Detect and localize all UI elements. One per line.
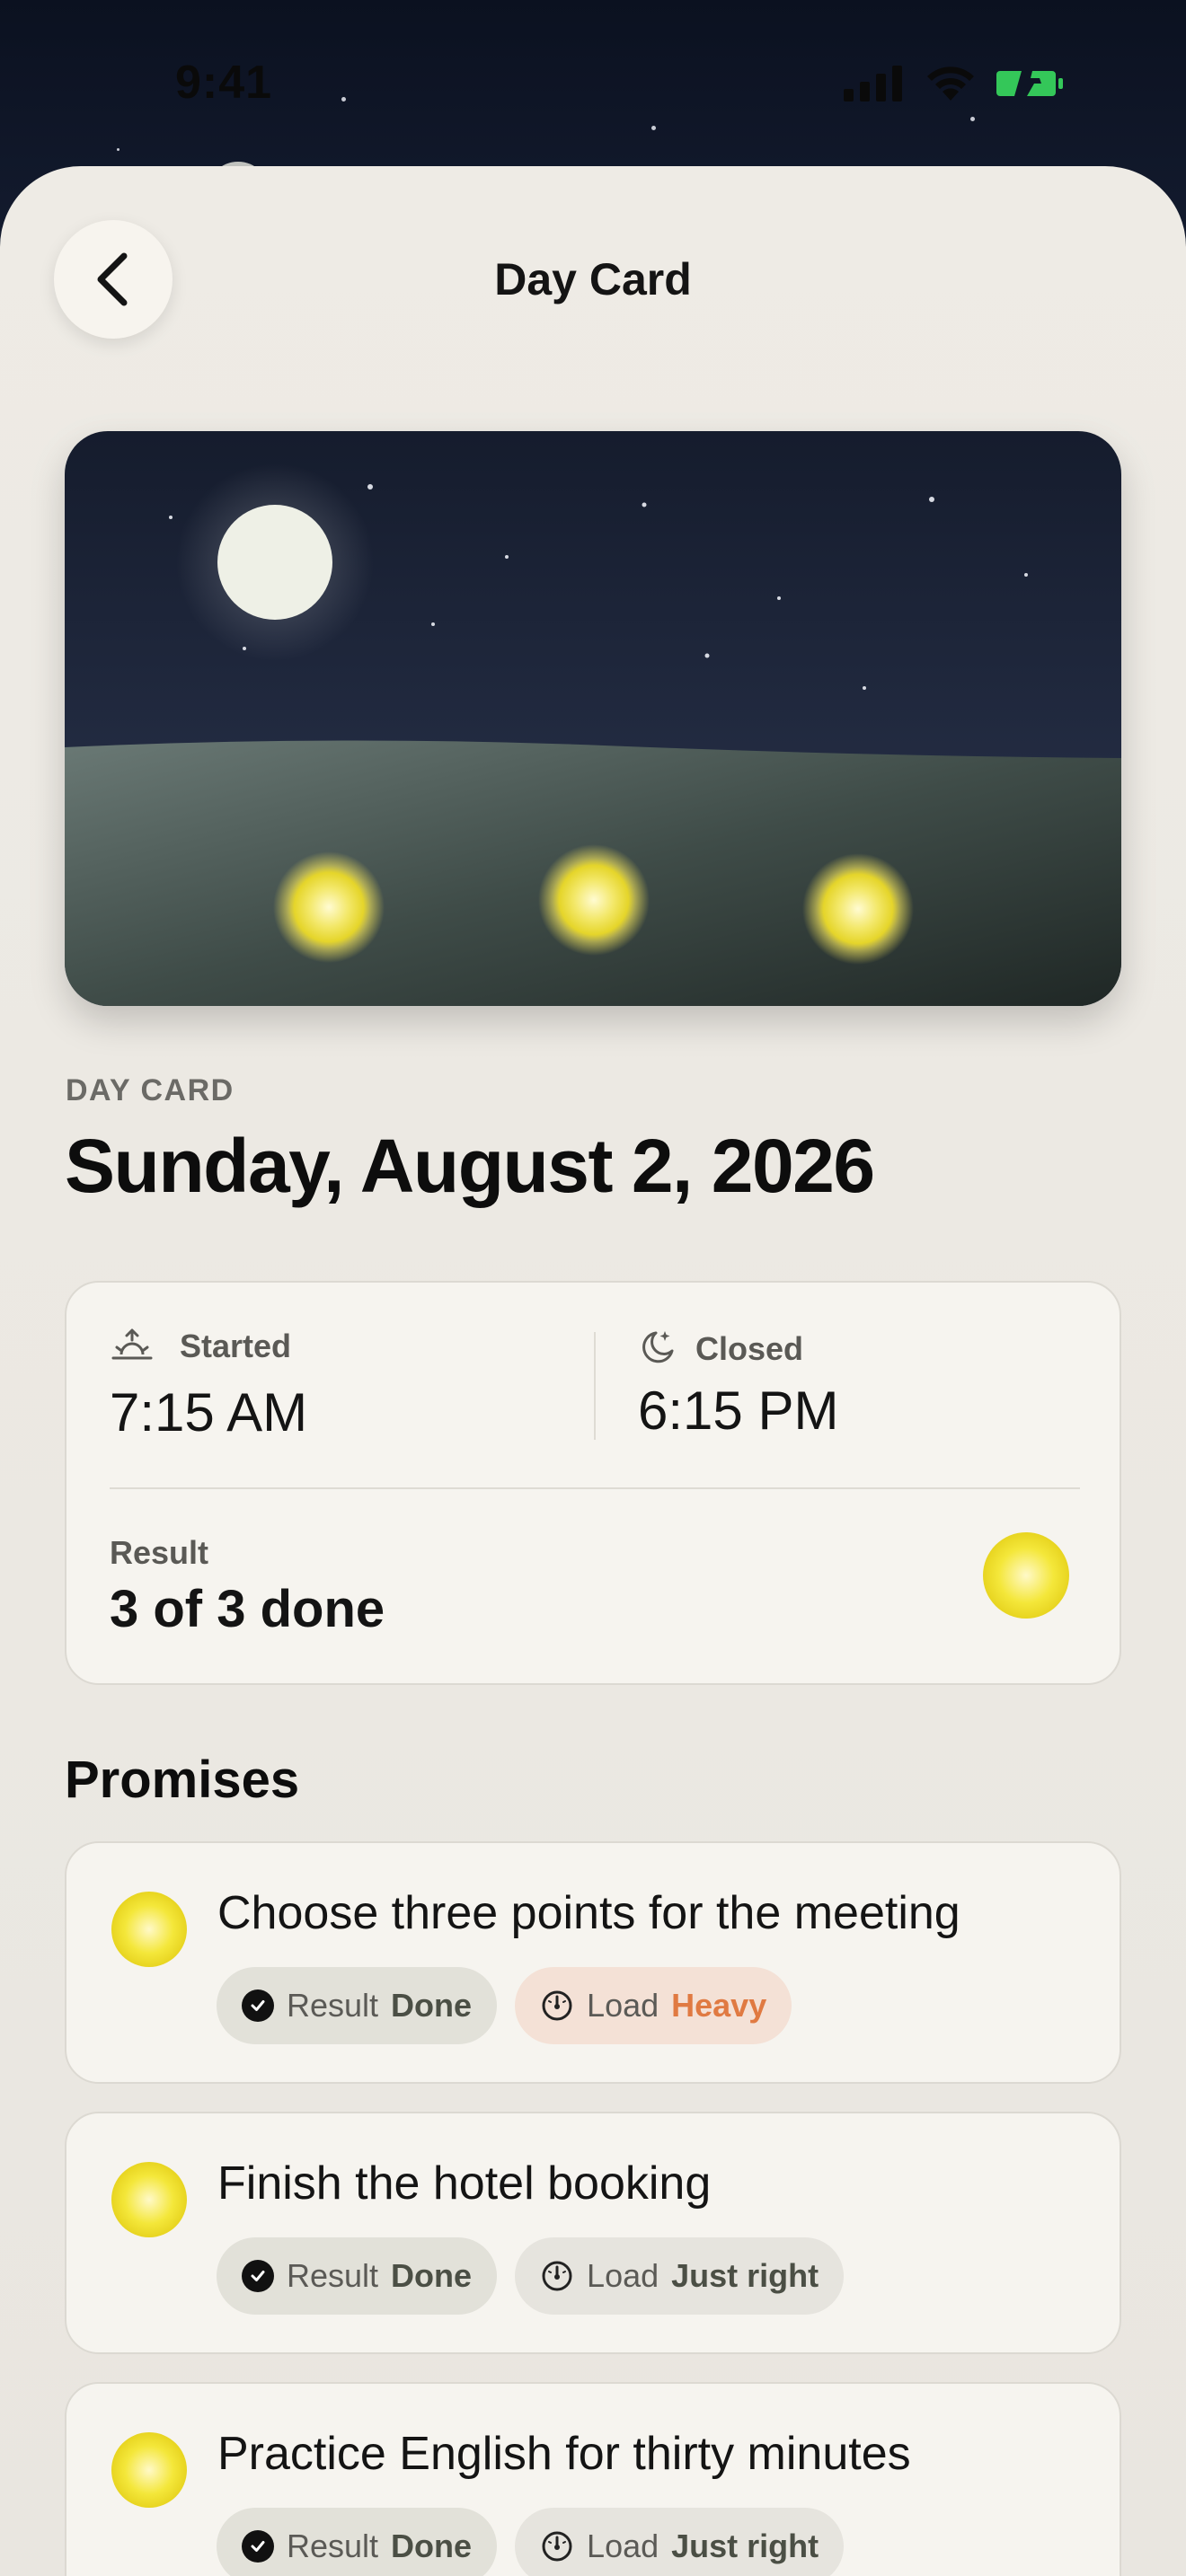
chip-key: Result <box>287 2527 379 2564</box>
chip-value: Done <box>391 2257 473 2294</box>
promise-title: Practice English for thirty minutes <box>217 2428 911 2480</box>
wifi-icon <box>927 66 974 101</box>
promise-chips: Result Done Load Just right <box>217 2508 845 2576</box>
chip-value: Heavy <box>671 1987 767 2024</box>
promise-glow-icon <box>111 1892 187 1967</box>
promise-card[interactable]: Practice English for thirty minutes Resu… <box>65 2382 1121 2576</box>
result-chip: Result Done <box>217 2237 498 2315</box>
section-label: DAY CARD <box>66 1073 235 1107</box>
started-label: Started <box>180 1328 292 1364</box>
closed-label: Closed <box>695 1330 804 1367</box>
load-chip: Load Heavy <box>515 1967 792 2044</box>
result-chip: Result Done <box>217 2508 498 2576</box>
divider <box>594 1332 596 1440</box>
chip-key: Load <box>587 2257 659 2294</box>
promise-chips: Result Done Load Just right <box>217 2237 845 2315</box>
summary-card: Started 7:15 AM Closed 6:15 PM Result 3 … <box>65 1281 1121 1685</box>
checkmark-circle-icon <box>242 2260 274 2292</box>
chip-value: Just right <box>671 2257 819 2294</box>
status-time: 9:41 <box>175 57 273 109</box>
battery-icon <box>996 71 1063 96</box>
result-glow-icon <box>983 1532 1069 1619</box>
sunrise-icon <box>111 1328 153 1360</box>
closed-value: 6:15 PM <box>638 1381 839 1441</box>
cellular-signal-icon <box>844 66 902 101</box>
hero-orb <box>538 844 650 956</box>
promises-heading: Promises <box>65 1751 300 1809</box>
checkmark-circle-icon <box>242 1989 274 2022</box>
result-value: 3 of 3 done <box>110 1580 385 1638</box>
promise-title: Finish the hotel booking <box>217 2157 712 2210</box>
result-label: Result <box>110 1534 209 1571</box>
chip-key: Result <box>287 2257 379 2294</box>
gauge-icon <box>542 2261 572 2291</box>
promise-glow-icon <box>111 2432 187 2508</box>
chip-key: Load <box>587 1987 659 2024</box>
chip-value: Done <box>391 1987 473 2024</box>
hero-orb <box>802 853 914 965</box>
gauge-icon <box>542 1990 572 2021</box>
promise-title: Choose three points for the meeting <box>217 1887 960 1939</box>
load-chip: Load Just right <box>515 2237 845 2315</box>
moon-stars-icon <box>642 1331 674 1363</box>
result-chip: Result Done <box>217 1967 498 2044</box>
hero-illustration <box>65 431 1121 1006</box>
chip-value: Done <box>391 2527 473 2564</box>
divider <box>110 1487 1080 1489</box>
status-icons <box>844 65 1065 102</box>
chip-key: Result <box>287 1987 379 2024</box>
promise-card[interactable]: Choose three points for the meeting Resu… <box>65 1841 1121 2084</box>
page-title: Day Card <box>494 254 692 304</box>
hero-orb <box>273 851 385 963</box>
status-bar: 9:41 <box>0 0 1186 171</box>
night-landscape-illustration <box>65 431 1121 1006</box>
chip-key: Load <box>587 2527 659 2564</box>
date-heading: Sunday, August 2, 2026 <box>65 1124 875 1208</box>
promise-card[interactable]: Finish the hotel booking Result Done Loa… <box>65 2112 1121 2354</box>
chip-value: Just right <box>671 2527 819 2564</box>
promise-glow-icon <box>111 2162 187 2237</box>
started-value: 7:15 AM <box>110 1382 308 1442</box>
promise-chips: Result Done Load Heavy <box>217 1967 792 2044</box>
load-chip: Load Just right <box>515 2508 845 2576</box>
gauge-icon <box>542 2531 572 2562</box>
checkmark-circle-icon <box>242 2530 274 2563</box>
